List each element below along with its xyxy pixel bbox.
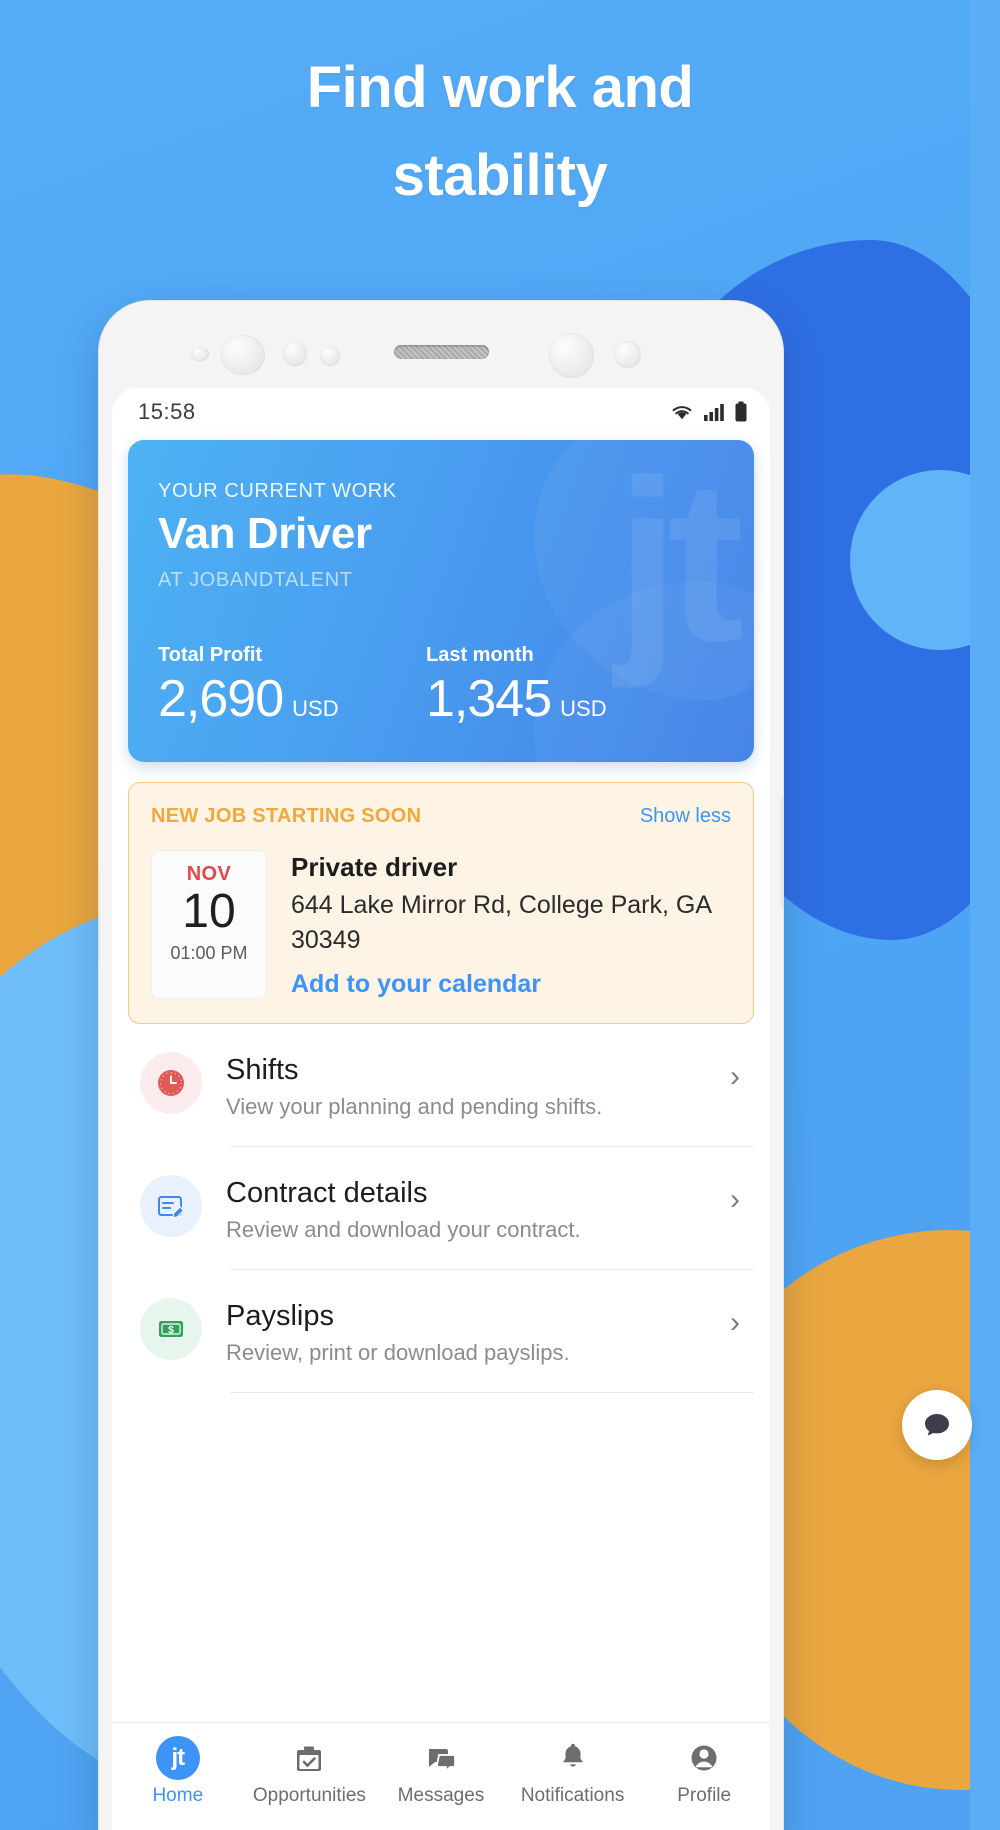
new-job-alert-card: NEW JOB STARTING SOON Show less NOV 10 0… — [128, 782, 754, 1024]
stat-last-month: Last month 1,345 USD — [426, 644, 607, 729]
menu-item-payslips[interactable]: $ Payslips Review, print or download pay… — [128, 1270, 754, 1392]
promo-headline: Find work and stability — [0, 44, 1000, 220]
job-date-box: NOV 10 01:00 PM — [151, 850, 267, 999]
signal-icon — [704, 404, 724, 421]
background-strip-right — [970, 0, 1000, 1830]
job-address: 644 Lake Mirror Rd, College Park, GA 303… — [291, 891, 711, 954]
current-work-card[interactable]: jt YOUR CURRENT WORK Van Driver AT JOBAN… — [128, 440, 754, 762]
status-bar: 15:58 — [112, 388, 770, 436]
status-bar-icons — [670, 401, 748, 423]
current-work-company: AT JOBANDTALENT — [158, 569, 353, 591]
messages-icon — [375, 1735, 507, 1781]
stat-last-month-value: 1,345 USD — [426, 669, 607, 729]
menu-item-contract-details-desc: Review and download your contract. — [226, 1217, 581, 1242]
stat-last-month-number: 1,345 — [426, 670, 552, 728]
stat-last-month-label: Last month — [426, 644, 534, 666]
phone-side-button-bottom — [98, 870, 100, 964]
new-job-alert-title: NEW JOB STARTING SOON — [151, 805, 422, 827]
stat-total-profit: Total Profit 2,690 USD — [158, 644, 426, 729]
phone-power-button — [782, 798, 784, 908]
clock-icon — [140, 1052, 202, 1114]
person-icon — [638, 1735, 770, 1781]
current-work-card-content: YOUR CURRENT WORK Van Driver AT JOBANDTA… — [128, 440, 754, 729]
menu-item-contract-details-text: Contract details Review and download you… — [226, 1175, 730, 1243]
menu-item-payslips-title: Payslips — [226, 1300, 334, 1332]
menu-item-payslips-text: Payslips Review, print or download paysl… — [226, 1298, 730, 1366]
nav-item-opportunities[interactable]: Opportunities — [244, 1735, 376, 1807]
iris-scanner-icon — [549, 333, 594, 378]
menu-item-shifts-title: Shifts — [226, 1054, 299, 1086]
promo-headline-line1: Find work and — [306, 55, 694, 120]
nav-item-notifications[interactable]: Notifications — [507, 1735, 639, 1807]
current-work-eyebrow: YOUR CURRENT WORK — [158, 480, 397, 502]
bottom-navigation: jt Home Opportunities Messages Notificat… — [112, 1722, 770, 1830]
nav-item-messages-label: Messages — [397, 1785, 485, 1806]
nav-item-messages[interactable]: Messages — [375, 1735, 507, 1807]
jt-logo-icon: jt — [112, 1735, 244, 1781]
sensor-dot-4-icon — [614, 341, 641, 368]
status-bar-time: 15:58 — [138, 399, 196, 424]
sensor-dot-1-icon — [191, 347, 209, 361]
job-date-month: NOV — [186, 863, 232, 885]
phone-mockup: 15:58 jt YOUR CURRENT WORK Van Driver AT… — [98, 300, 784, 1830]
phone-bezel — [98, 300, 784, 388]
nav-item-profile-label: Profile — [677, 1785, 732, 1806]
show-less-button[interactable]: Show less — [640, 805, 731, 828]
stat-total-profit-value: 2,690 USD — [158, 669, 426, 729]
job-date-time: 01:00 PM — [170, 943, 248, 964]
stat-total-profit-label: Total Profit — [158, 644, 263, 666]
nav-item-home-label: Home — [152, 1785, 204, 1806]
menu-item-shifts-text: Shifts View your planning and pending sh… — [226, 1052, 730, 1120]
nav-item-home[interactable]: jt Home — [112, 1735, 244, 1807]
menu-divider-3 — [230, 1392, 754, 1393]
chevron-right-icon: › — [730, 1306, 740, 1339]
job-date-day: 10 — [182, 885, 236, 938]
bell-icon — [507, 1735, 639, 1781]
chat-bubble-button[interactable] — [902, 1390, 972, 1460]
front-camera-icon — [221, 335, 265, 375]
chevron-right-icon: › — [730, 1060, 740, 1093]
jt-logo-badge: jt — [155, 1736, 200, 1780]
phone-screen: 15:58 jt YOUR CURRENT WORK Van Driver AT… — [112, 388, 770, 1830]
add-to-calendar-link[interactable]: Add to your calendar — [291, 970, 731, 999]
chat-bubble-icon — [925, 1414, 949, 1436]
new-job-alert-header: NEW JOB STARTING SOON Show less — [151, 805, 731, 828]
nav-item-notifications-label: Notifications — [520, 1785, 625, 1806]
battery-icon — [735, 401, 747, 422]
stat-total-profit-currency: USD — [292, 696, 339, 721]
earpiece-speaker — [394, 345, 489, 359]
earnings-stats: Total Profit 2,690 USD Last month 1,345 … — [158, 644, 754, 729]
wifi-icon — [672, 406, 692, 420]
nav-item-opportunities-label: Opportunities — [252, 1785, 366, 1806]
job-position-title: Private driver — [291, 852, 458, 882]
svg-text:$: $ — [168, 1325, 174, 1336]
stat-total-profit-number: 2,690 — [158, 670, 284, 728]
briefcase-check-icon — [244, 1735, 376, 1781]
menu-item-contract-details[interactable]: Contract details Review and download you… — [128, 1147, 754, 1269]
chevron-right-icon: › — [730, 1183, 740, 1216]
new-job-alert-body: NOV 10 01:00 PM Private driver 644 Lake … — [151, 850, 731, 999]
stat-last-month-currency: USD — [560, 696, 607, 721]
promo-headline-line2: stability — [392, 143, 608, 209]
contract-edit-icon — [140, 1175, 202, 1237]
phone-side-button-top — [98, 568, 100, 638]
menu-list: Shifts View your planning and pending sh… — [128, 1024, 754, 1393]
sensor-dot-2-icon — [283, 341, 307, 366]
sensor-dot-3-icon — [320, 346, 340, 366]
menu-item-shifts-desc: View your planning and pending shifts. — [226, 1094, 603, 1119]
money-icon: $ — [140, 1298, 202, 1360]
job-info: Private driver 644 Lake Mirror Rd, Colle… — [291, 850, 731, 999]
menu-item-contract-details-title: Contract details — [226, 1177, 428, 1209]
nav-item-profile[interactable]: Profile — [638, 1735, 770, 1807]
menu-item-shifts[interactable]: Shifts View your planning and pending sh… — [128, 1024, 754, 1146]
menu-item-payslips-desc: Review, print or download payslips. — [226, 1340, 570, 1365]
current-work-job-title: Van Driver — [158, 509, 372, 558]
